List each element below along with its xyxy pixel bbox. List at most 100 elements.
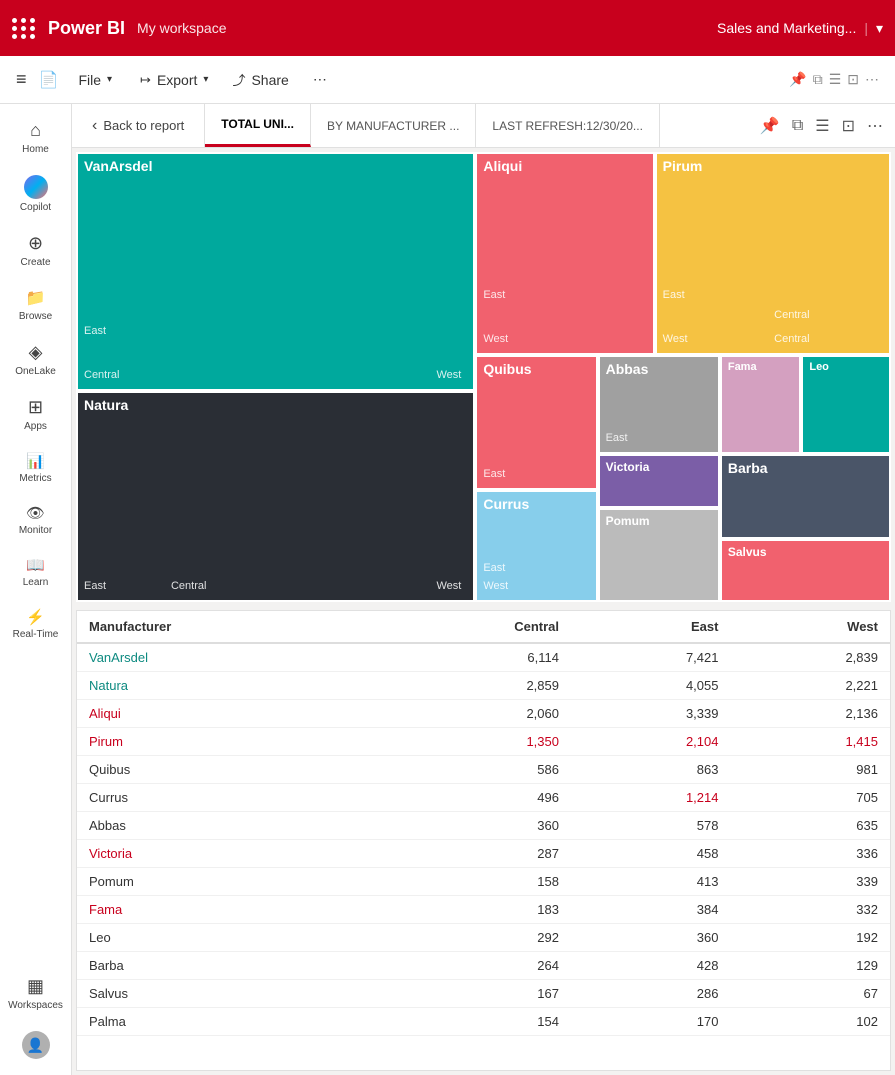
tab-total-units[interactable]: TOTAL UNI... [205, 104, 311, 147]
tab-bar: ‹ Back to report TOTAL UNI... BY MANUFAC… [72, 104, 895, 148]
cell-east: 863 [571, 756, 730, 784]
cell-central: 158 [377, 868, 571, 896]
col-east[interactable]: East [571, 611, 730, 643]
sidebar-item-create[interactable]: ⊕ Create [4, 225, 68, 276]
pin-icon[interactable]: 📌 [789, 71, 806, 88]
cell-manufacturer: Leo [77, 924, 377, 952]
sidebar-item-avatar[interactable]: 👤 [4, 1023, 68, 1067]
treemap-currus[interactable]: Currus East West [475, 490, 597, 603]
top-bar: Power BI My workspace Sales and Marketin… [0, 0, 895, 56]
app-launcher[interactable] [12, 18, 36, 39]
sidebar-item-apps[interactable]: ⊞ Apps [4, 389, 68, 440]
table-row: Salvus16728667 [77, 980, 890, 1008]
sidebar-item-metrics[interactable]: 📊 Metrics [4, 444, 68, 492]
workspaces-icon: ▦ [27, 976, 44, 997]
table-row: Pirum1,3502,1041,415 [77, 728, 890, 756]
cell-central: 1,350 [377, 728, 571, 756]
sidebar-item-browse[interactable]: 📁 Browse [4, 280, 68, 330]
cell-central: 2,859 [377, 672, 571, 700]
cell-central: 292 [377, 924, 571, 952]
cell-manufacturer: Salvus [77, 980, 377, 1008]
treemap-vanarsdel[interactable]: VanArsdel East Central West [76, 152, 475, 391]
learn-icon: 📖 [26, 556, 45, 574]
cell-manufacturer: Abbas [77, 812, 377, 840]
report-dropdown[interactable]: ▾ [876, 20, 883, 37]
cell-west: 102 [730, 1008, 890, 1036]
cell-manufacturer: Barba [77, 952, 377, 980]
file-icon: 📄 [39, 70, 59, 90]
treemap-pirum[interactable]: Pirum East West Central Central [655, 152, 891, 355]
cell-east: 578 [571, 812, 730, 840]
cell-manufacturer: Victoria [77, 840, 377, 868]
tab-by-manufacturer[interactable]: BY MANUFACTURER ... [311, 104, 476, 147]
share-button[interactable]: ⤴ Share [222, 64, 298, 95]
filter2-icon[interactable]: ☰ [811, 112, 833, 140]
cell-central: 360 [377, 812, 571, 840]
treemap-fama[interactable]: Fama [720, 355, 802, 454]
menu-icon[interactable]: ≡ [16, 69, 27, 90]
copy-icon[interactable]: ⧉ [813, 71, 823, 88]
treemap-chart: VanArsdel East Central West Aliqui East … [76, 152, 891, 602]
sidebar-item-learn[interactable]: 📖 Learn [4, 548, 68, 596]
copilot-icon [24, 175, 48, 199]
more3-icon[interactable]: ⋯ [863, 112, 887, 140]
filter-icon[interactable]: ☰ [829, 71, 842, 88]
table-row: Currus4961,214705 [77, 784, 890, 812]
cell-east: 428 [571, 952, 730, 980]
cell-east: 4,055 [571, 672, 730, 700]
home-icon: ⌂ [30, 120, 41, 141]
sales-table: Manufacturer Central East West VanArsdel… [77, 611, 890, 1036]
table-row: Abbas360578635 [77, 812, 890, 840]
sidebar-item-monitor[interactable]: 👁 Monitor [4, 496, 68, 544]
cell-manufacturer: VanArsdel [77, 643, 377, 672]
sidebar-item-copilot[interactable]: Copilot [4, 167, 68, 221]
workspace-label[interactable]: My workspace [137, 20, 226, 36]
fit-icon[interactable]: ⊡ [847, 71, 859, 88]
sidebar-item-realtime[interactable]: ⚡ Real-Time [4, 600, 68, 648]
copy2-icon[interactable]: ⧉ [788, 113, 807, 139]
treemap-salvus[interactable]: Salvus [720, 539, 891, 602]
treemap-abbas[interactable]: Abbas East [598, 355, 720, 454]
export-button[interactable]: ↦ Export ▾ [130, 66, 218, 94]
cell-manufacturer: Pomum [77, 868, 377, 896]
cell-west: 339 [730, 868, 890, 896]
cell-west: 2,839 [730, 643, 890, 672]
treemap-natura[interactable]: Natura East Central West [76, 391, 475, 603]
monitor-icon: 👁 [26, 504, 45, 522]
sidebar-item-workspaces[interactable]: ▦ Workspaces [4, 968, 68, 1019]
treemap-pomum[interactable]: Pomum [598, 508, 720, 603]
treemap-aliqui[interactable]: Aliqui East West [475, 152, 654, 355]
metrics-icon: 📊 [26, 452, 45, 470]
cell-central: 167 [377, 980, 571, 1008]
col-central[interactable]: Central [377, 611, 571, 643]
cell-manufacturer: Fama [77, 896, 377, 924]
col-manufacturer[interactable]: Manufacturer [77, 611, 377, 643]
content-area: ‹ Back to report TOTAL UNI... BY MANUFAC… [72, 104, 895, 1075]
cell-central: 496 [377, 784, 571, 812]
treemap-victoria[interactable]: Victoria [598, 454, 720, 508]
cell-manufacturer: Quibus [77, 756, 377, 784]
table-row: Barba264428129 [77, 952, 890, 980]
sidebar-item-onelake[interactable]: ◈ OneLake [4, 334, 68, 385]
fit2-icon[interactable]: ⊡ [838, 112, 859, 140]
more-button[interactable]: ⋯ [303, 65, 337, 94]
tab-last-refresh[interactable]: LAST REFRESH:12/30/20... [476, 104, 660, 147]
cell-west: 705 [730, 784, 890, 812]
create-icon: ⊕ [28, 233, 43, 254]
treemap-barba[interactable]: Barba [720, 454, 891, 540]
cell-manufacturer: Aliqui [77, 700, 377, 728]
col-west[interactable]: West [730, 611, 890, 643]
pin2-icon[interactable]: 📌 [756, 112, 784, 140]
chevron-left-icon: ‹ [92, 117, 97, 135]
sidebar-item-home[interactable]: ⌂ Home [4, 112, 68, 163]
treemap-leo[interactable]: Leo [801, 355, 891, 454]
treemap-quibus[interactable]: Quibus East [475, 355, 597, 490]
cell-manufacturer: Natura [77, 672, 377, 700]
back-to-report-button[interactable]: ‹ Back to report [72, 104, 205, 147]
file-button[interactable]: File ▾ [68, 66, 122, 94]
cell-east: 384 [571, 896, 730, 924]
more2-icon[interactable]: ⋯ [865, 71, 879, 88]
cell-east: 3,339 [571, 700, 730, 728]
table-row: Quibus586863981 [77, 756, 890, 784]
cell-east: 360 [571, 924, 730, 952]
